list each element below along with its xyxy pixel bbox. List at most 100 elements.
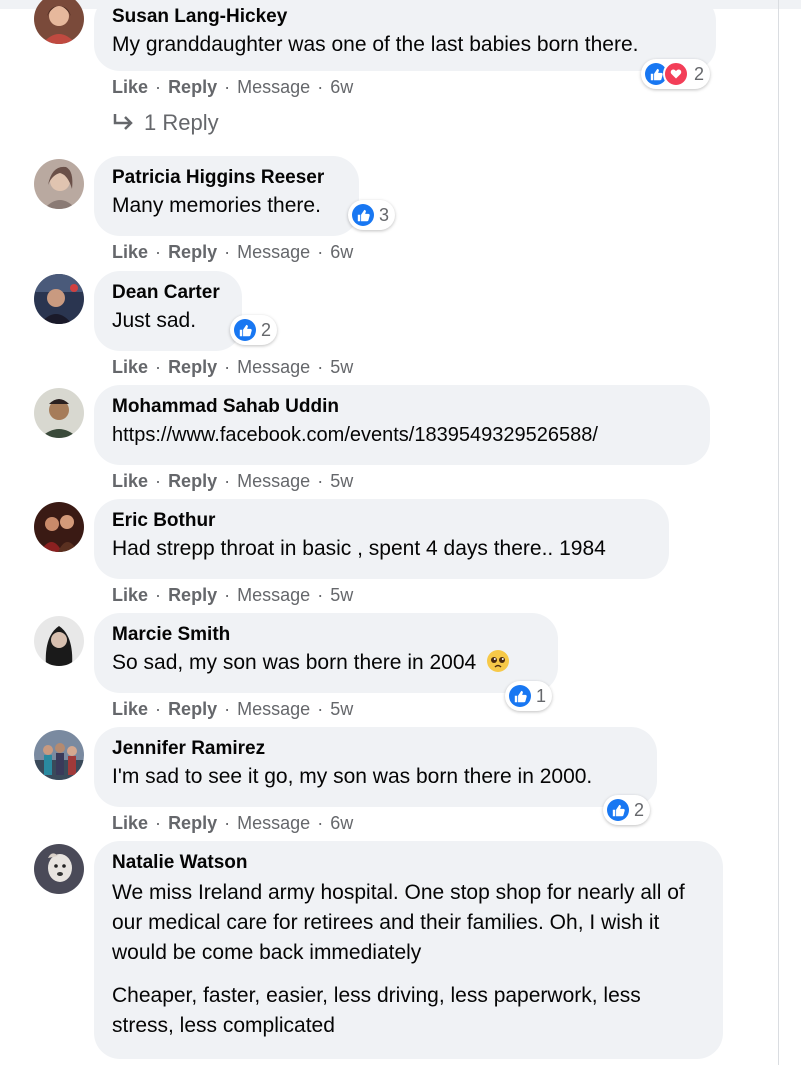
reaction-summary[interactable]: 3 [348, 200, 396, 230]
commenter-name[interactable]: Mohammad Sahab Uddin [112, 394, 692, 420]
separator: · [317, 813, 324, 833]
separator: · [317, 471, 324, 491]
reply-link[interactable]: Reply [168, 585, 217, 605]
comment-actions: Like · Reply · Message · 5w [112, 583, 353, 607]
separator: · [317, 242, 324, 262]
like-link[interactable]: Like [112, 77, 148, 97]
reply-link[interactable]: Reply [168, 357, 217, 377]
commenter-name[interactable]: Dean Carter [112, 280, 224, 306]
like-icon [607, 799, 629, 821]
avatar[interactable] [34, 274, 84, 324]
comment-text: So sad, my son was born there in 2004 [112, 648, 540, 678]
comment-actions: Like · Reply · Message · 5w [112, 355, 353, 379]
like-link[interactable]: Like [112, 699, 148, 719]
separator: · [155, 585, 162, 605]
comment-text-body: So sad, my son was born there in 2004 [112, 651, 477, 674]
comment-bubble: Jennifer Ramirez I'm sad to see it go, m… [94, 727, 657, 807]
separator: · [224, 471, 231, 491]
message-link[interactable]: Message [237, 471, 310, 491]
message-link[interactable]: Message [237, 585, 310, 605]
comment-bubble: Dean Carter Just sad. [94, 271, 242, 351]
separator: · [317, 699, 324, 719]
comment-text: I'm sad to see it go, my son was born th… [112, 765, 593, 788]
reply-arrow-icon [113, 114, 133, 130]
like-link[interactable]: Like [112, 471, 148, 491]
like-link[interactable]: Like [112, 357, 148, 377]
right-divider [778, 0, 779, 1065]
reply-link[interactable]: Reply [168, 77, 217, 97]
separator: · [155, 699, 162, 719]
reply-link[interactable]: Reply [168, 699, 217, 719]
message-link[interactable]: Message [237, 813, 310, 833]
commenter-name[interactable]: Susan Lang-Hickey [112, 4, 698, 30]
separator: · [317, 357, 324, 377]
comment-bubble: Marcie Smith So sad, my son was born the… [94, 613, 558, 693]
separator: · [224, 699, 231, 719]
commenter-name[interactable]: Jennifer Ramirez [112, 736, 639, 762]
timestamp[interactable]: 6w [330, 813, 353, 833]
like-icon [234, 319, 256, 341]
comment-actions: Like · Reply · Message · 6w [112, 75, 353, 99]
separator: · [155, 77, 162, 97]
comment-link-text[interactable]: https://www.facebook.com/events/18395493… [112, 420, 692, 450]
reaction-summary[interactable]: 2 [230, 315, 278, 345]
message-link[interactable]: Message [237, 242, 310, 262]
timestamp[interactable]: 5w [330, 471, 353, 491]
avatar[interactable] [34, 844, 84, 894]
avatar[interactable] [34, 616, 84, 666]
comment-bubble: Patricia Higgins Reeser Many memories th… [94, 156, 359, 236]
view-replies-link[interactable]: 1 Reply [112, 110, 219, 136]
comment-bubble: Mohammad Sahab Uddin https://www.faceboo… [94, 385, 710, 465]
comment-text: My granddaughter was one of the last bab… [112, 33, 639, 56]
timestamp[interactable]: 5w [330, 699, 353, 719]
timestamp[interactable]: 6w [330, 242, 353, 262]
comment-actions: Like · Reply · Message · 6w [112, 240, 353, 264]
reaction-summary[interactable]: 2 [641, 59, 711, 89]
reaction-count: 2 [261, 319, 272, 340]
message-link[interactable]: Message [237, 699, 310, 719]
avatar[interactable] [34, 159, 84, 209]
comment-bubble: Eric Bothur Had strepp throat in basic ,… [94, 499, 669, 579]
message-link[interactable]: Message [237, 77, 310, 97]
separator: · [317, 77, 324, 97]
reply-link[interactable]: Reply [168, 813, 217, 833]
reaction-count: 2 [694, 63, 705, 84]
avatar[interactable] [34, 0, 84, 44]
like-icon [352, 204, 374, 226]
reaction-summary[interactable]: 1 [505, 681, 553, 711]
like-icon [509, 685, 531, 707]
like-link[interactable]: Like [112, 585, 148, 605]
like-link[interactable]: Like [112, 242, 148, 262]
message-link[interactable]: Message [237, 357, 310, 377]
separator: · [224, 357, 231, 377]
commenter-name[interactable]: Natalie Watson [112, 850, 705, 876]
separator: · [224, 77, 231, 97]
reply-link[interactable]: Reply [168, 242, 217, 262]
comment-bubble: Natalie Watson We miss Ireland army hosp… [94, 841, 723, 1059]
comment-text: Had strepp throat in basic , spent 4 day… [112, 537, 606, 560]
separator: · [224, 242, 231, 262]
comment-actions: Like · Reply · Message · 5w [112, 469, 353, 493]
commenter-name[interactable]: Marcie Smith [112, 622, 540, 648]
reaction-count: 3 [379, 204, 390, 225]
commenter-name[interactable]: Eric Bothur [112, 508, 651, 534]
comment-text-paragraph-2: Cheaper, faster, easier, less driving, l… [112, 984, 641, 1037]
reply-link[interactable]: Reply [168, 471, 217, 491]
avatar[interactable] [34, 502, 84, 552]
timestamp[interactable]: 5w [330, 357, 353, 377]
separator: · [155, 813, 162, 833]
commenter-name[interactable]: Patricia Higgins Reeser [112, 165, 341, 191]
timestamp[interactable]: 5w [330, 585, 353, 605]
timestamp[interactable]: 6w [330, 77, 353, 97]
avatar[interactable] [34, 730, 84, 780]
separator: · [155, 471, 162, 491]
love-icon [663, 61, 689, 87]
like-link[interactable]: Like [112, 813, 148, 833]
comment-actions: Like · Reply · Message · 6w [112, 811, 353, 835]
avatar[interactable] [34, 388, 84, 438]
separator: · [224, 813, 231, 833]
separator: · [155, 242, 162, 262]
separator: · [317, 585, 324, 605]
reaction-summary[interactable]: 2 [603, 795, 651, 825]
comment-bubble: Susan Lang-Hickey My granddaughter was o… [94, 0, 716, 71]
